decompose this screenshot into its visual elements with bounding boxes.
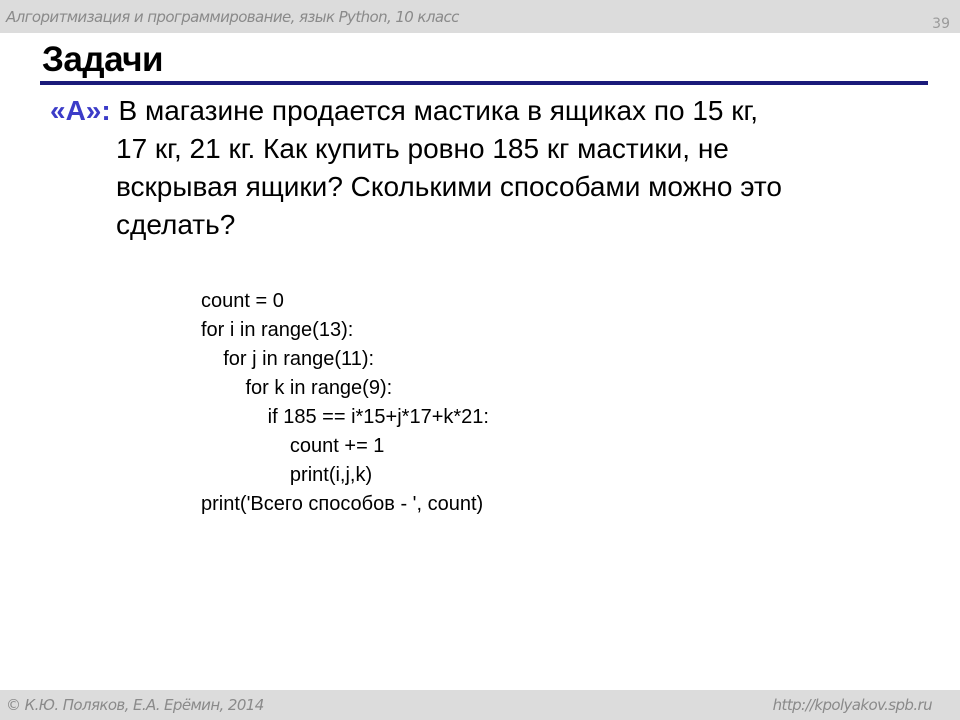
code-line: print('Всего способов - ', count): [201, 493, 484, 515]
code-line: for k in range(9):: [201, 377, 393, 399]
code-line: if 185 == i*15+j*17+k*21:: [201, 406, 489, 428]
copyright: © К.Ю. Поляков, Е.А. Ерёмин, 2014: [6, 696, 264, 714]
header-bar: Алгоритмизация и программирование, язык …: [0, 0, 960, 33]
course-title: Алгоритмизация и программирование, язык …: [6, 8, 459, 26]
task-text: «A»: В магазине продается мастика в ящик…: [50, 92, 910, 244]
code-line: count = 0: [201, 290, 284, 312]
task-label: «A»:: [50, 95, 111, 126]
site-url: http://kpolyakov.spb.ru: [772, 696, 933, 714]
task-line: 17 кг, 21 кг. Как купить ровно 185 кг ма…: [116, 133, 729, 164]
slide-title: Задачи: [42, 40, 164, 79]
code-line: for j in range(11):: [201, 348, 375, 370]
code-line: for i in range(13):: [201, 319, 354, 341]
page-number: 39: [932, 16, 950, 32]
code-line: count += 1: [201, 435, 385, 457]
task-line: сделать?: [116, 209, 236, 240]
code-block: count = 0 for i in range(13): for j in ra…: [201, 287, 489, 519]
title-divider: [40, 81, 928, 85]
footer-bar: © К.Ю. Поляков, Е.А. Ерёмин, 2014 http:/…: [0, 690, 960, 720]
task-line: В магазине продается мастика в ящиках по…: [118, 95, 759, 126]
code-line: print(i,j,k): [201, 464, 373, 486]
task-line: вскрывая ящики? Сколькими способами можн…: [116, 171, 782, 202]
